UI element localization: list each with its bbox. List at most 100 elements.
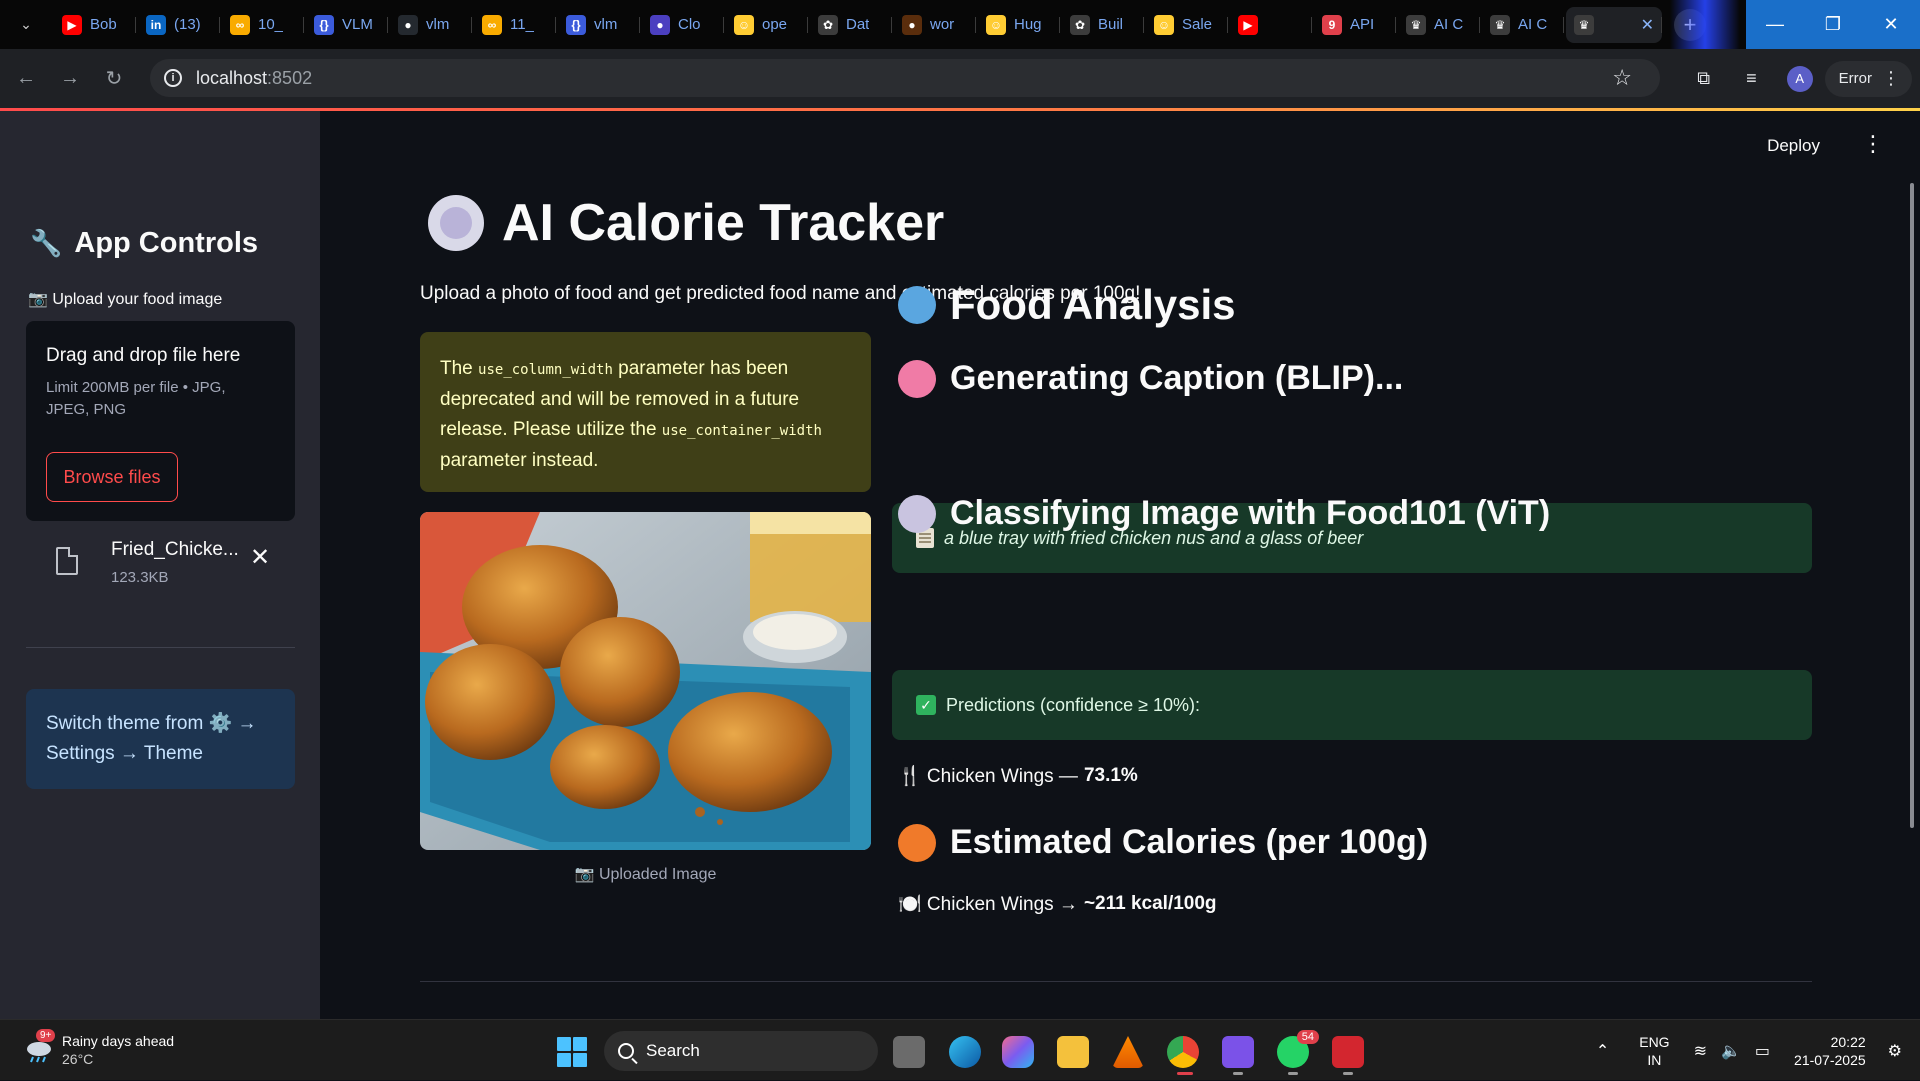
warning-text-pre: The [440,358,479,379]
error-label: Error [1838,70,1872,87]
browser-tab[interactable]: {} VLM [306,7,388,43]
close-tab-icon[interactable]: ✕ [1641,15,1654,35]
browser-tab[interactable]: 9 API [1314,7,1396,43]
plate-icon-small [898,494,936,533]
browser-tab-label: Sale [1182,16,1213,33]
browser-tab[interactable]: ☺ Sale [1146,7,1228,43]
huggingface-icon: ☺ [734,14,754,35]
battery-icon[interactable]: ▭ [1755,1041,1770,1061]
browser-tab[interactable]: ● wor [894,7,976,43]
extensions-icon[interactable]: ⧉ [1697,68,1710,89]
bookmark-star-icon[interactable]: ☆ [1612,65,1632,91]
browser-tab[interactable]: {} vlm [558,7,640,43]
vlc-icon[interactable] [1112,1036,1144,1068]
browser-tab[interactable]: in (13) [138,7,220,43]
brain-icon [898,359,936,398]
tab-search-menu-icon[interactable]: ⌄ [10,9,42,41]
fire-icon [898,823,936,862]
browser-tab[interactable]: ∞ 10_ [222,7,304,43]
browser-tab-label: API [1350,16,1375,33]
media-controls-icon[interactable]: ≡ [1746,68,1757,89]
weather-text: Rainy days ahead 26°C [62,1032,174,1068]
calories-food-name: 🍽️ Chicken Wings → [898,894,1078,915]
taskbar-search[interactable]: Search [604,1031,878,1071]
app-sidebar: 🔧 App Controls 📷 Upload your food image … [0,111,320,1019]
reload-icon[interactable]: ↻ [96,61,132,97]
huggingface-icon: ☺ [1154,14,1174,35]
tray-overflow-icon[interactable]: ⌃ [1596,1041,1609,1061]
url-field[interactable]: i localhost:8502 ☆ [150,59,1660,97]
page-title-text: AI Calorie Tracker [502,194,945,252]
browser-tab[interactable]: ✿ Buil [1062,7,1144,43]
theme-info-box: Switch theme from ⚙️ → Settings → Theme [26,689,295,789]
browser-tab-label: AI C [1434,16,1464,33]
page-title: AI Calorie Tracker [428,193,944,253]
file-explorer-icon[interactable] [1057,1036,1089,1068]
deploy-button[interactable]: Deploy [1767,136,1820,156]
browser-tab[interactable]: ▶ [1230,7,1312,43]
browser-tab[interactable]: ♛ ✕ [1566,6,1662,43]
wifi-icon[interactable]: ≋ [1694,1041,1707,1061]
browser-tab[interactable]: ▶ Bob [54,7,136,43]
task-view-icon[interactable] [893,1036,925,1068]
site-info-icon[interactable]: i [164,69,182,87]
browser-tab[interactable]: ∞ 11_ [474,7,556,43]
chrome-icon[interactable] [1167,1036,1199,1068]
profile-avatar[interactable]: A [1786,65,1813,92]
warning-code-old: use_column_width [478,362,613,378]
browser-tab[interactable]: ☺ ope [726,7,808,43]
system-clock[interactable]: 20:22 21-07-2025 [1794,1033,1866,1069]
chat-app-icon[interactable] [1222,1036,1254,1068]
minimize-button[interactable]: — [1746,0,1804,49]
calories-heading: Estimated Calories (per 100g) [898,823,1428,862]
app-menu-icon[interactable]: ⋮ [1862,131,1884,157]
whatsapp-badge: 54 [1296,1030,1319,1044]
copilot-icon[interactable] [1002,1036,1034,1068]
browser-tab-label: AI C [1518,16,1548,33]
scrollbar[interactable] [1910,183,1914,828]
remove-file-icon[interactable]: ✕ [250,543,270,572]
browser-tab-label: (13) [174,16,201,33]
restore-button[interactable]: ❐ [1804,0,1862,49]
notification-icon[interactable]: ⚙ [1888,1041,1902,1061]
back-arrow-icon[interactable]: ← [8,61,44,97]
browser-tab[interactable]: ☺ Hug [978,7,1060,43]
chat-app-indicator [1233,1072,1243,1075]
weather-widget[interactable]: 9+ Rainy days ahead 26°C [24,1029,174,1068]
dropzone-limit: Limit 200MB per file • JPG, JPEG, PNG [46,379,226,418]
browser-tab[interactable]: ♛ AI C [1398,7,1480,43]
weather-summary: Rainy days ahead [62,1033,175,1049]
more-menu-icon[interactable]: ⋮ [1882,68,1900,89]
search-icon [618,1043,634,1059]
predictions-label: Predictions (confidence ≥ 10%): [946,694,1201,715]
browser-tab[interactable]: ♛ AI C [1482,7,1564,43]
browser-tab[interactable]: ✿ Dat [810,7,892,43]
dropzone-title: Drag and drop file here [46,345,241,366]
warning-text-post: parameter instead. [440,450,599,471]
close-window-button[interactable]: ✕ [1862,0,1920,49]
volume-icon[interactable]: 🔈 [1721,1041,1741,1061]
region-code: IN [1647,1051,1662,1068]
office-app-icon[interactable] [1332,1036,1364,1068]
magnifier-icon [898,286,936,324]
windows-start-icon[interactable] [557,1037,587,1067]
sidebar-title: 🔧 App Controls [30,227,258,260]
edge-icon[interactable] [949,1036,981,1068]
forward-arrow-icon[interactable]: → [52,61,88,97]
browser-tab[interactable]: ● vlm [390,7,472,43]
huggingface-icon: ☺ [986,14,1006,35]
toolbar-right: ⧉ ≡ A Error ⋮ [1679,49,1920,108]
input-language[interactable]: ENG IN [1639,1033,1669,1069]
browse-files-button[interactable]: Browse files [46,452,178,502]
browser-tab-label: Buil [1098,16,1124,33]
food-analysis-heading-text: Food Analysis [950,281,1236,328]
weather-temperature: 26°C [62,1051,94,1067]
error-chip[interactable]: Error ⋮ [1824,60,1912,97]
browser-tab[interactable]: ● Clo [642,7,724,43]
food-analysis-heading: Food Analysis [898,281,1236,329]
whatsapp-icon[interactable]: 54 [1277,1030,1319,1068]
browser-tab-label: 10_ [258,16,284,33]
predictions-box: ✓ Predictions (confidence ≥ 10%): [892,670,1812,740]
file-dropzone[interactable]: Drag and drop file here Limit 200MB per … [26,321,295,521]
theme-info-line2: Settings → Theme [46,743,204,764]
